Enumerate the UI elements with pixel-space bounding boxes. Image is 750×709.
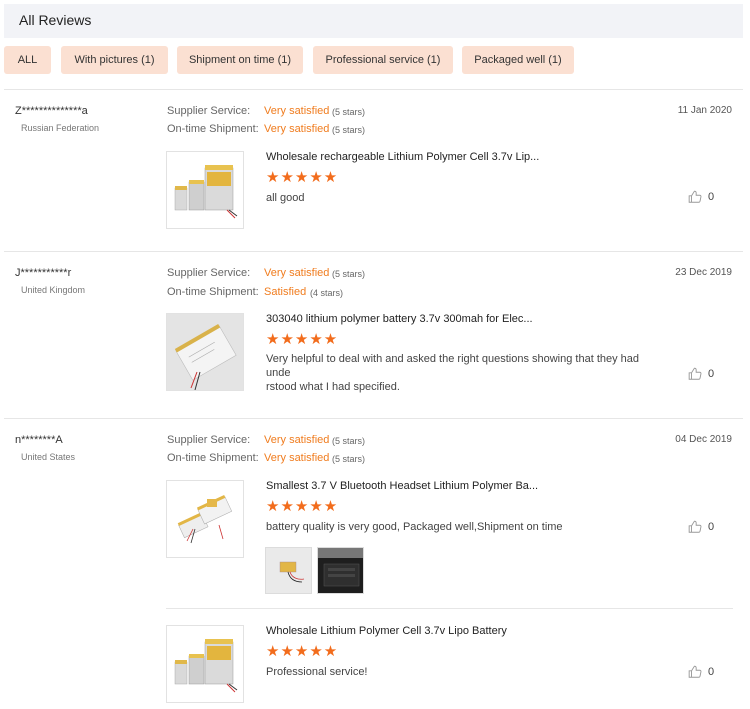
product-thumbnail[interactable]	[166, 313, 244, 391]
ontime-shipment-value: Very satisfied	[264, 452, 330, 464]
review-date: 04 Dec 2019	[675, 434, 732, 445]
thumbs-up-icon	[688, 190, 702, 203]
product-thumbnail[interactable]	[166, 625, 244, 703]
divider	[4, 89, 743, 90]
filter-professional-service[interactable]: Professional service (1)	[313, 46, 453, 74]
ontime-shipment-note: (5 stars)	[332, 454, 366, 464]
thumbs-up-icon	[688, 520, 702, 533]
ontime-shipment-value: Satisfied	[264, 286, 307, 298]
product-title-link[interactable]: 303040 lithium polymer battery 3.7v 300m…	[266, 313, 533, 325]
supplier-service-note: (5 stars)	[332, 436, 366, 446]
supplier-service-note: (5 stars)	[332, 269, 366, 279]
review-text-line: Very helpful to deal with and asked the …	[266, 353, 640, 379]
reviewer-country: Russian Federation	[21, 123, 100, 133]
reviewer-name: n********A	[15, 434, 63, 446]
review-photo[interactable]	[265, 547, 312, 594]
ontime-shipment-note: (4 stars)	[310, 288, 344, 298]
like-button[interactable]: 0	[688, 520, 714, 534]
like-button[interactable]: 0	[688, 665, 714, 679]
supplier-service-value: Very satisfied	[264, 105, 330, 117]
ontime-shipment-label: On-time Shipment:	[167, 286, 259, 298]
thumbs-up-icon	[688, 665, 702, 678]
like-count: 0	[708, 666, 715, 678]
reviewer-name: Z**************a	[15, 105, 88, 117]
rating-stars: ★★★★★	[266, 169, 339, 186]
supplier-service-label: Supplier Service:	[167, 267, 251, 279]
divider	[4, 418, 743, 419]
ontime-shipment-value: Very satisfied	[264, 123, 330, 135]
like-button[interactable]: 0	[688, 190, 714, 204]
ontime-shipment-note: (5 stars)	[332, 125, 366, 135]
ontime-shipment-label: On-time Shipment:	[167, 452, 259, 464]
like-count: 0	[708, 521, 715, 533]
divider	[166, 608, 733, 609]
divider	[4, 251, 743, 252]
thumbs-up-icon	[688, 367, 702, 380]
review-text: Very helpful to deal with and asked the …	[266, 352, 646, 394]
reviewer-country: United States	[21, 452, 76, 462]
review-date: 23 Dec 2019	[675, 267, 732, 278]
supplier-service-value: Very satisfied	[264, 434, 330, 446]
like-count: 0	[708, 368, 715, 380]
review-text-line: rstood what I had specified.	[266, 381, 400, 393]
product-thumbnail[interactable]	[166, 151, 244, 229]
product-title-link[interactable]: Wholesale Lithium Polymer Cell 3.7v Lipo…	[266, 625, 507, 637]
rating-stars: ★★★★★	[266, 498, 339, 515]
filter-packaged-well[interactable]: Packaged well (1)	[462, 46, 574, 74]
reviewer: n********A United States	[15, 434, 75, 462]
filter-with-pictures[interactable]: With pictures (1)	[61, 46, 168, 74]
reviewer: Z**************a Russian Federation	[15, 105, 99, 133]
reviews-header: All Reviews	[4, 4, 743, 38]
review-text: Professional service!	[266, 666, 368, 678]
ontime-shipment-label: On-time Shipment:	[167, 123, 259, 135]
filter-all[interactable]: ALL	[4, 46, 51, 74]
page-title: All Reviews	[19, 12, 92, 28]
filter-shipment-on-time[interactable]: Shipment on time (1)	[177, 46, 303, 74]
supplier-service-note: (5 stars)	[332, 107, 366, 117]
rating-stars: ★★★★★	[266, 643, 339, 660]
supplier-service-value: Very satisfied	[264, 267, 330, 279]
product-thumbnail[interactable]	[166, 480, 244, 558]
like-button[interactable]: 0	[688, 367, 714, 381]
supplier-service-label: Supplier Service:	[167, 434, 251, 446]
rating-stars: ★★★★★	[266, 331, 339, 348]
reviewer-country: United Kingdom	[21, 285, 86, 295]
supplier-service-label: Supplier Service:	[167, 105, 251, 117]
product-title-link[interactable]: Smallest 3.7 V Bluetooth Headset Lithium…	[266, 480, 538, 492]
reviewer: J***********r United Kingdom	[15, 267, 85, 295]
review-date: 11 Jan 2020	[677, 105, 732, 116]
review-photo[interactable]	[317, 547, 364, 594]
product-title-link[interactable]: Wholesale rechargeable Lithium Polymer C…	[266, 151, 539, 163]
reviewer-name: J***********r	[15, 267, 72, 279]
like-count: 0	[708, 191, 715, 203]
review-text: all good	[266, 192, 305, 204]
review-text: battery quality is very good, Packaged w…	[266, 521, 563, 533]
